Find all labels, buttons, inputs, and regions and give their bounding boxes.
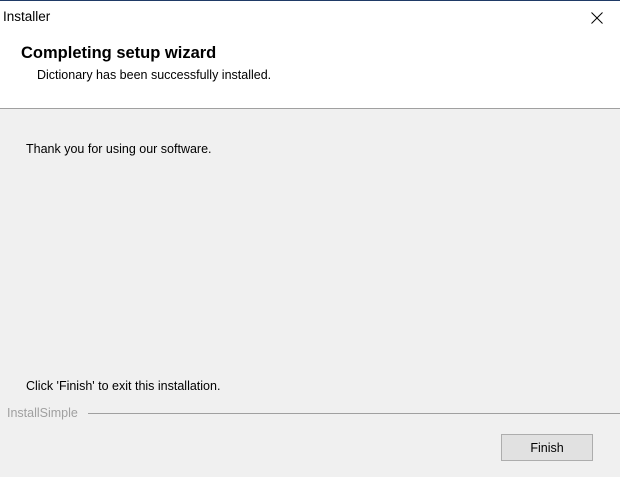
- close-button[interactable]: [574, 1, 620, 34]
- separator-line: [88, 413, 620, 414]
- brand-label: InstallSimple: [7, 406, 78, 420]
- thank-you-message: Thank you for using our software.: [26, 142, 212, 156]
- brand-separator: InstallSimple: [0, 405, 620, 421]
- window-title: Installer: [3, 9, 51, 24]
- finish-instruction: Click 'Finish' to exit this installation…: [26, 379, 221, 393]
- finish-button[interactable]: Finish: [501, 434, 593, 461]
- title-bar: Installer: [0, 1, 620, 34]
- page-title: Completing setup wizard: [21, 44, 217, 62]
- page-subtitle: Dictionary has been successfully install…: [37, 68, 272, 82]
- installer-window: Installer Completing setup wizard Dictio…: [0, 0, 620, 477]
- header-panel: Completing setup wizard Dictionary has b…: [0, 34, 620, 109]
- close-icon: [591, 11, 603, 24]
